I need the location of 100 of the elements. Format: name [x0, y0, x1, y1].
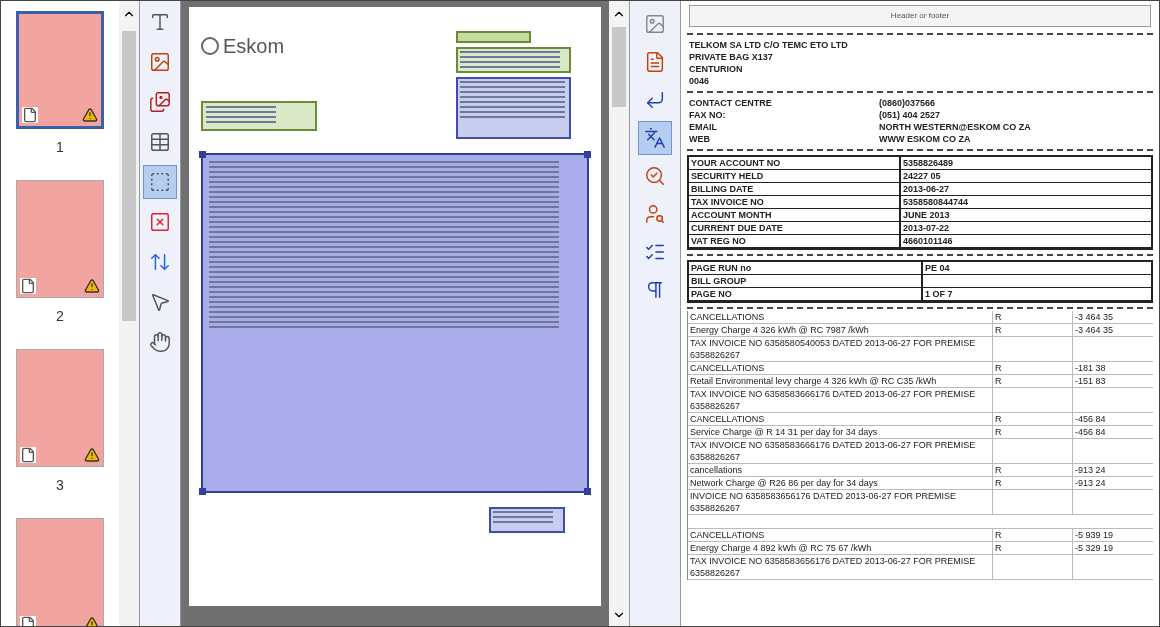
table-cell: BILL GROUP — [689, 275, 923, 288]
table-cell: 1 OF 7 — [923, 288, 1151, 301]
scrollbar-thumb[interactable] — [612, 27, 626, 107]
ligature-icon — [644, 127, 666, 149]
table-cell: Service Charge @ R 14 31 per day for 34 days — [688, 426, 993, 439]
tool-button[interactable] — [143, 165, 177, 199]
table-cell: -3 464 35 — [1073, 311, 1153, 324]
table-cell: -181 38 — [1073, 362, 1153, 375]
table-cell: R — [993, 464, 1073, 477]
line-break-icon — [644, 89, 666, 111]
table-cell: CANCELLATIONS — [688, 311, 993, 324]
address-line: 0046 — [688, 75, 711, 87]
resize-handle[interactable] — [199, 488, 206, 495]
table-cell: cancellations — [688, 464, 993, 477]
table-icon — [149, 131, 171, 153]
table-cell: PE 04 — [923, 262, 1151, 275]
scrollbar-thumb[interactable] — [122, 31, 136, 321]
hand-icon — [149, 331, 171, 353]
table-cell: -456 84 — [1073, 426, 1153, 439]
reorder-icon — [149, 251, 171, 273]
contact-value: NORTH WESTERN@ESKOM CO ZA — [878, 121, 1032, 133]
page-thumbnail[interactable] — [16, 518, 104, 626]
header-footer-box: Header or footer — [689, 5, 1151, 27]
table-cell: CANCELLATIONS — [688, 529, 993, 542]
table-cell: VAT REG NO — [689, 235, 901, 248]
table-cell: ACCOUNT MONTH — [689, 209, 901, 222]
resize-handle[interactable] — [584, 488, 591, 495]
table-cell: CANCELLATIONS — [688, 362, 993, 375]
pointer-icon — [149, 291, 171, 313]
page-icon — [644, 51, 666, 73]
table-cell: 24227 05 — [901, 170, 1151, 183]
table-cell: R — [993, 324, 1073, 337]
table-cell: TAX INVOICE NO 6358583666176 DATED 2013-06-27 FOR PREMISE 6358826267 — [688, 388, 993, 413]
table-cell: INVOICE NO 6358583656176 DATED 2013-06-27 FOR PREMISE 6358826267 — [688, 490, 993, 515]
table-cell: -456 84 — [1073, 413, 1153, 426]
document-icon — [20, 447, 36, 463]
resize-handle[interactable] — [199, 151, 206, 158]
table-cell: Retail Environmental levy charge 4 326 kWh @ RC C35 /kWh — [688, 375, 993, 388]
table-cell: R — [993, 542, 1073, 555]
contact-label: FAX NO: — [688, 109, 727, 121]
warning-icon — [84, 278, 100, 294]
table-cell: 2013-06-27 — [901, 183, 1151, 196]
contact-value: WWW ESKOM CO ZA — [878, 133, 972, 145]
table-cell: CURRENT DUE DATE — [689, 222, 901, 235]
document-icon — [20, 278, 36, 294]
table-cell: -5 329 19 — [1073, 542, 1153, 555]
text-area-icon — [149, 11, 171, 33]
table-cell: SECURITY HELD — [689, 170, 901, 183]
table-cell: CANCELLATIONS — [688, 413, 993, 426]
table-cell: R — [993, 311, 1073, 324]
table-cell: 5358826489 — [901, 157, 1151, 170]
table-cell: -3 464 35 — [1073, 324, 1153, 337]
table-cell: 2013-07-22 — [901, 222, 1151, 235]
contact-label: WEB — [688, 133, 711, 145]
table-cell: TAX INVOICE NO 6358583656176 DATED 2013-06-27 FOR PREMISE 6358826267 — [688, 555, 993, 580]
table-cell: R — [993, 375, 1073, 388]
table-cell: Network Charge @ R26 86 per day for 34 days — [688, 477, 993, 490]
table-cell: -913 24 — [1073, 464, 1153, 477]
address-line: TELKOM SA LTD C/O TEMC ETO LTD — [688, 39, 849, 51]
table-cell: -913 24 — [1073, 477, 1153, 490]
table-cell: R — [993, 362, 1073, 375]
pictures-icon — [149, 91, 171, 113]
page-number: 2 — [56, 307, 64, 326]
table-cell: Energy Charge 4 892 kWh @ RC 75 67 /kWh — [688, 542, 993, 555]
logo-icon — [201, 37, 219, 55]
table-cell: R — [993, 529, 1073, 542]
table-cell: TAX INVOICE NO — [689, 196, 901, 209]
page-thumbnail[interactable] — [16, 11, 104, 129]
table-cell: TAX INVOICE NO 6358580540053 DATED 2013-06-27 FOR PREMISE 6358826267 — [688, 337, 993, 362]
table-cell: 5358580844744 — [901, 196, 1151, 209]
page-thumbnail[interactable] — [16, 349, 104, 467]
contact-value: (0860)037566 — [878, 97, 937, 109]
tool-button[interactable] — [638, 121, 672, 155]
warning-icon — [84, 447, 100, 463]
table-cell: JUNE 2013 — [901, 209, 1151, 222]
table-cell: BILLING DATE — [689, 183, 901, 196]
picture-area-icon — [149, 51, 171, 73]
contact-value: (051) 404 2527 — [878, 109, 942, 121]
resize-handle[interactable] — [584, 151, 591, 158]
page-thumbnail[interactable] — [16, 180, 104, 298]
delete-area-icon — [149, 211, 171, 233]
table-cell: R — [993, 413, 1073, 426]
table-cell: R — [993, 426, 1073, 439]
address-line: PRIVATE BAG X137 — [688, 51, 774, 63]
picture-icon — [644, 13, 666, 35]
table-cell: -5 939 19 — [1073, 529, 1153, 542]
logo-text: Eskom — [223, 34, 285, 59]
table-cell: YOUR ACCOUNT NO — [689, 157, 901, 170]
contact-label: EMAIL — [688, 121, 718, 133]
verify-icon — [644, 165, 666, 187]
table-cell: 4660101146 — [901, 235, 1151, 248]
dashed-square-icon — [149, 171, 171, 193]
page-number: 3 — [56, 476, 64, 495]
address-line: CENTURION — [688, 63, 744, 75]
page-number: 1 — [56, 138, 64, 157]
warning-icon — [82, 107, 98, 123]
table-cell: Energy Charge 4 326 kWh @ RC 7987 /kWh — [688, 324, 993, 337]
table-cell: R — [993, 477, 1073, 490]
document-icon — [22, 107, 38, 123]
contact-label: CONTACT CENTRE — [688, 97, 773, 109]
